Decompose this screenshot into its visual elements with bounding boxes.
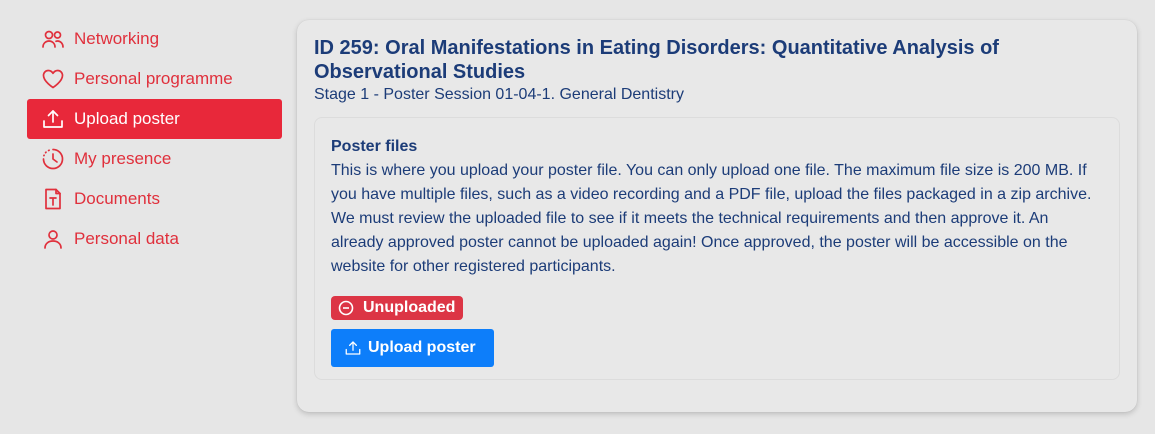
sidebar-item-my-presence[interactable]: My presence: [27, 139, 282, 179]
poster-title: ID 259: Oral Manifestations in Eating Di…: [314, 37, 999, 83]
minus-circle-icon: [338, 300, 354, 316]
upload-poster-button[interactable]: Upload poster: [331, 329, 494, 367]
sidebar-item-label: Upload poster: [74, 109, 180, 128]
sidebar-item-upload-poster[interactable]: Upload poster: [27, 99, 282, 139]
poster-files-description: This is where you upload your poster fil…: [331, 162, 1092, 275]
sidebar-item-label: Documents: [74, 189, 160, 208]
sidebar-item-label: Personal programme: [74, 69, 233, 88]
sidebar-item-networking[interactable]: Networking: [27, 19, 282, 59]
poster-files-title: Poster files: [331, 138, 418, 155]
sidebar-item-label: Personal data: [74, 229, 179, 248]
sidebar-item-personal-data[interactable]: Personal data: [27, 219, 282, 259]
sidebar-item-personal-programme[interactable]: Personal programme: [27, 59, 282, 99]
status-badge-label: Unuploaded: [363, 299, 456, 316]
sidebar-nav: Networking Personal programme Upload pos…: [27, 19, 282, 259]
upload-poster-button-label: Upload poster: [368, 339, 476, 356]
sidebar-item-label: My presence: [74, 149, 172, 168]
poster-session: Stage 1 - Poster Session 01-04-1. Genera…: [314, 86, 684, 103]
people-icon: [41, 27, 65, 51]
document-icon: [41, 187, 65, 211]
sidebar-item-label: Networking: [74, 29, 160, 48]
heart-icon: [41, 67, 65, 91]
upload-icon: [41, 107, 65, 131]
upload-icon: [344, 339, 362, 357]
poster-card: ID 259: Oral Manifestations in Eating Di…: [297, 20, 1137, 412]
clock-icon: [41, 147, 65, 171]
page: Networking Personal programme Upload pos…: [0, 0, 1155, 434]
poster-files-panel: Poster files This is where you upload yo…: [314, 117, 1120, 380]
status-badge: Unuploaded: [331, 296, 464, 320]
sidebar-item-documents[interactable]: Documents: [27, 179, 282, 219]
person-icon: [41, 227, 65, 251]
